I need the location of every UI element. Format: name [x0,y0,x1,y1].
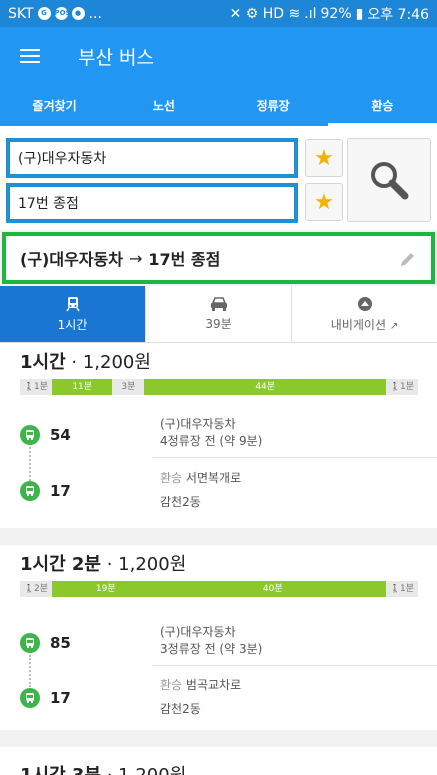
search-panel: (구)대우자동차 17번 종점 ★ ★ [0,126,437,230]
route-timeline: 🚶2분 19분 40분 🚶1분 [20,581,418,597]
route-timeline: 🚶1분 11분 3분 44분 🚶1분 [20,379,418,395]
route-card[interactable]: 1시간 3분 · 1,200원 [0,747,437,775]
timeline-segment-bus: 40분 [159,581,386,597]
route-duration: 1시간 2분 [20,554,101,575]
timeline-segment-walk: 🚶1분 [386,581,418,597]
segment-label: 1분 [33,382,48,392]
route-duration: 1시간 [20,352,66,373]
route-results: 1시간 · 1,200원 🚶1분 11분 3분 44분 🚶1분 54 17 (구)대우자… [0,343,437,775]
bus-number: 85 [50,634,71,652]
tab-routes[interactable]: 노선 [109,85,218,126]
favorite-start-star-icon[interactable]: ★ [305,139,343,177]
tab-favorites[interactable]: 즐겨찾기 [0,85,109,126]
segment-label: 1분 [399,584,414,594]
route-price: · 1,200원 [101,765,187,775]
route-card[interactable]: 1시간 · 1,200원 🚶1분 11분 3분 44분 🚶1분 54 17 (구)대우자… [0,343,437,528]
tab-stops[interactable]: 정류장 [219,85,328,126]
destination-field[interactable]: 17번 종점 [6,183,298,223]
timeline-segment-wait: 3분 [121,382,136,392]
mode-car[interactable]: 39분 [146,286,292,342]
favorite-end-star-icon[interactable]: ★ [305,183,343,221]
mode-car-label: 39분 [205,316,232,331]
app-bar: 부산 버스 [0,27,437,85]
segment-label: 1분 [399,382,414,392]
timeline-segment-walk: 🚶1분 [20,379,52,395]
timeline-segment-bus: 44분 [144,379,386,395]
route-price: · 1,200원 [101,554,187,575]
bus-row: 17 [20,481,71,501]
mode-transit[interactable]: 1시간 [0,286,146,342]
route-destination: 17번 종점 [148,250,221,269]
route-origin: (구)대우자동차 [20,250,123,269]
arrival-info: 3정류장 전 (약 3분) [160,642,263,656]
walking-icon: 🚶 [390,382,400,391]
alight-stop: 감천2동 [160,702,201,716]
tab-transfer[interactable]: 환승 [327,85,437,126]
post-icon: POST [54,7,75,20]
walking-icon: 🚶 [24,584,34,593]
main-tabs: 즐겨찾기 노선 정류장 환승 [0,85,437,126]
route-arrow: → [128,248,143,268]
mode-navigation-label: 내비게이션 [330,317,386,332]
transport-mode-tabs: 1시간 39분 내비게이션 ↗ [0,286,437,343]
mode-navigation[interactable]: 내비게이션 ↗ [292,286,437,342]
carrier-label: SKT [8,5,34,22]
hamburger-menu-icon[interactable] [20,49,40,63]
mode-transit-label: 1시간 [57,317,88,332]
route-card[interactable]: 1시간 2분 · 1,200원 🚶2분 19분 40분 🚶1분 85 17 (구)대우… [0,545,437,730]
boarding-stop: (구)대우자동차 [160,417,236,431]
transfer-label: 환승 [160,678,183,692]
route-duration: 1시간 3분 [20,765,101,775]
transfer-stop: 서면복개로 [185,471,242,485]
signal-icon: .ıl [304,5,317,22]
search-icon [371,162,409,200]
divider [152,665,437,666]
more-notifications: ... [88,5,102,22]
search-button[interactable] [347,138,431,222]
edit-pencil-icon[interactable] [399,250,417,268]
arrival-info: 4정류장 전 (약 9분) [160,434,263,448]
bus-row: 54 [20,425,71,445]
transfer-label: 환승 [160,471,183,485]
bus-number: 17 [50,689,71,707]
segment-label: 2분 [33,584,48,594]
walking-icon: 🚶 [24,382,34,391]
navigation-icon [357,296,372,311]
notification-icon: G [37,7,51,20]
transfer-stop: 범곡교차로 [185,678,242,692]
route-connector [29,447,31,481]
bus-number: 54 [50,426,71,444]
timeline-segment-bus: 19분 [52,581,160,597]
timeline-segment-walk: 🚶1분 [386,379,418,395]
battery-icon: ▮ [355,5,364,22]
alight-stop: 감천2동 [160,495,201,509]
system-icons: ✕ ⚙ HD ≋ [229,5,301,22]
divider [152,457,437,458]
timeline-segment-walk: 🚶2분 [20,581,52,597]
status-bar: SKT G POST ● ... ✕ ⚙ HD ≋ .ıl 92% ▮ 오후 7… [0,0,437,27]
chat-icon: ● [71,7,85,20]
boarding-stop: (구)대우자동차 [160,625,236,639]
app-title: 부산 버스 [78,46,154,69]
route-summary[interactable]: (구)대우자동차 → 17번 종점 [2,232,435,284]
bus-row: 85 [20,633,71,653]
train-icon [65,296,80,311]
clock: 오후 7:46 [367,6,429,23]
timeline-segment-bus: 11분 [52,379,113,395]
route-price: · 1,200원 [65,352,151,373]
car-icon [210,296,227,311]
battery-level: 92% [320,5,352,22]
route-connector [29,655,31,687]
external-link-icon: ↗ [389,320,399,332]
start-location-field[interactable]: (구)대우자동차 [6,138,298,178]
bus-icon [20,425,40,445]
walking-icon: 🚶 [390,584,400,593]
bus-icon [20,688,40,708]
bus-icon [20,633,40,653]
bus-number: 17 [50,482,71,500]
bus-row: 17 [20,688,71,708]
bus-icon [20,481,40,501]
